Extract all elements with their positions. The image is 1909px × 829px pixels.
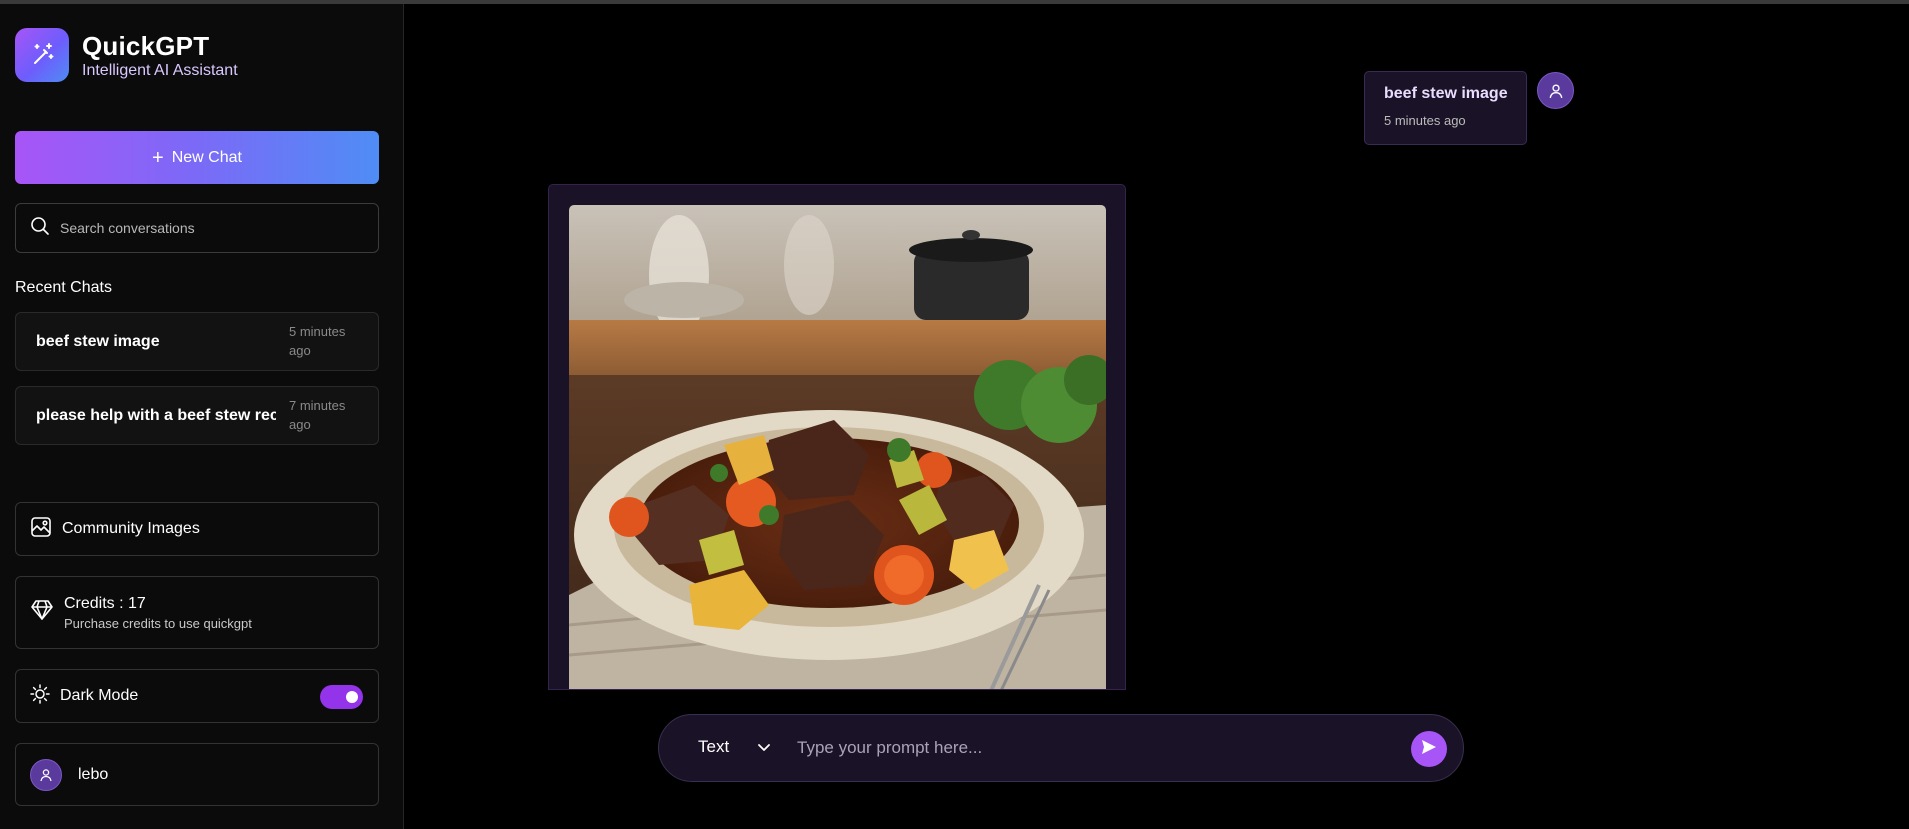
recent-chat-item[interactable]: please help with a beef stew rec 7 minut… bbox=[15, 386, 379, 445]
user-avatar-icon bbox=[1537, 72, 1574, 109]
mode-select-label: Text bbox=[698, 737, 730, 756]
chat-item-label: please help with a beef stew rec bbox=[36, 406, 276, 424]
sun-icon bbox=[30, 683, 50, 709]
user-message-bubble: beef stew image 5 minutes ago bbox=[1364, 71, 1527, 145]
search-box bbox=[15, 203, 379, 253]
send-button[interactable] bbox=[1411, 731, 1447, 767]
chat-item-time: 7 minutes ago bbox=[289, 398, 346, 432]
credits-panel[interactable]: Credits : 17 Purchase credits to use qui… bbox=[15, 576, 379, 649]
beef-stew-image[interactable] bbox=[569, 205, 1106, 689]
magic-wand-icon bbox=[15, 28, 69, 82]
community-images-label: Community Images bbox=[62, 520, 200, 537]
dark-mode-row: Dark Mode bbox=[15, 669, 379, 723]
community-images-button[interactable]: Community Images bbox=[15, 502, 379, 556]
user-profile[interactable]: lebo bbox=[15, 743, 379, 806]
dark-mode-label: Dark Mode bbox=[60, 687, 139, 704]
chat-item-label: beef stew image bbox=[36, 332, 160, 350]
toggle-knob bbox=[346, 691, 358, 703]
sidebar: QuickGPT Intelligent AI Assistant + New … bbox=[0, 4, 404, 829]
mode-select[interactable]: Text bbox=[698, 737, 771, 757]
user-avatar-icon bbox=[30, 758, 62, 791]
new-chat-label: New Chat bbox=[171, 148, 242, 166]
gallery-icon bbox=[30, 516, 52, 543]
user-message-time: 5 minutes ago bbox=[1384, 113, 1466, 128]
recent-chat-item[interactable]: beef stew image 5 minutes ago bbox=[15, 312, 379, 371]
credits-count: Credits : 17 bbox=[64, 594, 146, 612]
chat-item-time: 5 minutes ago bbox=[289, 324, 346, 358]
plus-icon: + bbox=[152, 146, 164, 169]
app-tagline: Intelligent AI Assistant bbox=[82, 61, 238, 79]
credits-subtitle: Purchase credits to use quickgpt bbox=[64, 615, 252, 631]
user-name: lebo bbox=[78, 765, 109, 783]
brand: QuickGPT Intelligent AI Assistant bbox=[15, 28, 238, 82]
search-input[interactable] bbox=[60, 220, 360, 236]
assistant-image-message bbox=[548, 184, 1126, 690]
send-icon bbox=[1420, 738, 1438, 761]
chevron-down-icon bbox=[757, 737, 771, 757]
new-chat-button[interactable]: + New Chat bbox=[15, 131, 379, 184]
prompt-input[interactable] bbox=[797, 733, 1397, 763]
app-name: QuickGPT bbox=[82, 30, 210, 61]
prompt-bar: Text bbox=[658, 714, 1464, 782]
search-icon bbox=[30, 216, 50, 241]
dark-mode-toggle[interactable] bbox=[320, 685, 363, 709]
diamond-icon bbox=[30, 599, 54, 626]
user-message-text: beef stew image bbox=[1384, 85, 1508, 102]
recent-chats-heading: Recent Chats bbox=[15, 279, 112, 296]
